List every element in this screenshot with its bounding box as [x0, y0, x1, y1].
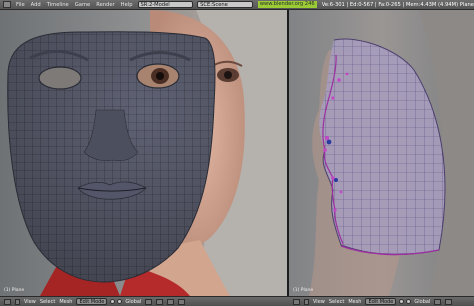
edit-mode-selector[interactable]: Edit Mode: [365, 298, 397, 305]
mesh-stats: Ve:6-301 | Ed:0-567 | Fa:0-265 | Mem:4.4…: [321, 1, 474, 8]
side-view-canvas[interactable]: (1) Plane: [289, 10, 474, 296]
scene-selector[interactable]: SCE:Scene: [197, 1, 253, 8]
edge-select-icon[interactable]: [178, 298, 186, 305]
menu-help[interactable]: Help: [118, 2, 136, 8]
viewport-corner-label: (1) Plane: [4, 287, 24, 293]
orientation-selector[interactable]: Global: [412, 299, 432, 305]
select-menu[interactable]: Select: [38, 299, 57, 305]
layer-button-icon[interactable]: [156, 298, 164, 305]
viewport-side[interactable]: (1) Plane: [289, 10, 474, 296]
layer-button-icon[interactable]: [434, 298, 442, 305]
vertex-select-icon[interactable]: [167, 298, 175, 305]
editor-type-icon[interactable]: [4, 298, 11, 305]
draw-type-icon[interactable]: [110, 299, 116, 304]
layer-button-icon[interactable]: [145, 298, 153, 305]
select-menu[interactable]: Select: [327, 299, 346, 305]
collapse-menu-icon[interactable]: [15, 298, 20, 305]
menu-timeline[interactable]: Timeline: [44, 2, 72, 8]
front-view-canvas[interactable]: (1) Plane: [0, 10, 287, 296]
vertex-select-icon[interactable]: [445, 298, 453, 305]
blender-site-link[interactable]: www.blender.org 246: [257, 1, 317, 8]
side-viewport-corner-label: (1) Plane: [293, 287, 313, 293]
pivot-icon[interactable]: [406, 299, 412, 304]
info-header: File Add Timeline Game Render Help SR:2-…: [0, 0, 474, 10]
orientation-selector[interactable]: Global: [123, 299, 143, 305]
pivot-icon[interactable]: [117, 299, 123, 304]
view-menu[interactable]: View: [22, 299, 38, 305]
screen-selector[interactable]: SR:2-Model: [137, 1, 194, 8]
menu-render[interactable]: Render: [93, 2, 117, 8]
draw-type-icon[interactable]: [399, 299, 405, 304]
collapse-menu-icon[interactable]: [304, 298, 309, 305]
view-menu[interactable]: View: [311, 299, 327, 305]
menu-add[interactable]: Add: [28, 2, 44, 8]
mesh-menu[interactable]: Mesh: [57, 299, 74, 305]
viewport-front[interactable]: (1) Plane: [0, 10, 287, 296]
edit-mode-selector[interactable]: Edit Mode: [76, 298, 108, 305]
editor-type-icon[interactable]: [293, 298, 300, 305]
mesh-menu[interactable]: Mesh: [346, 299, 363, 305]
menu-file[interactable]: File: [13, 2, 28, 8]
left-eye-hole: [38, 66, 82, 90]
editor-type-icon[interactable]: [3, 1, 11, 8]
menu-game[interactable]: Game: [72, 2, 93, 8]
